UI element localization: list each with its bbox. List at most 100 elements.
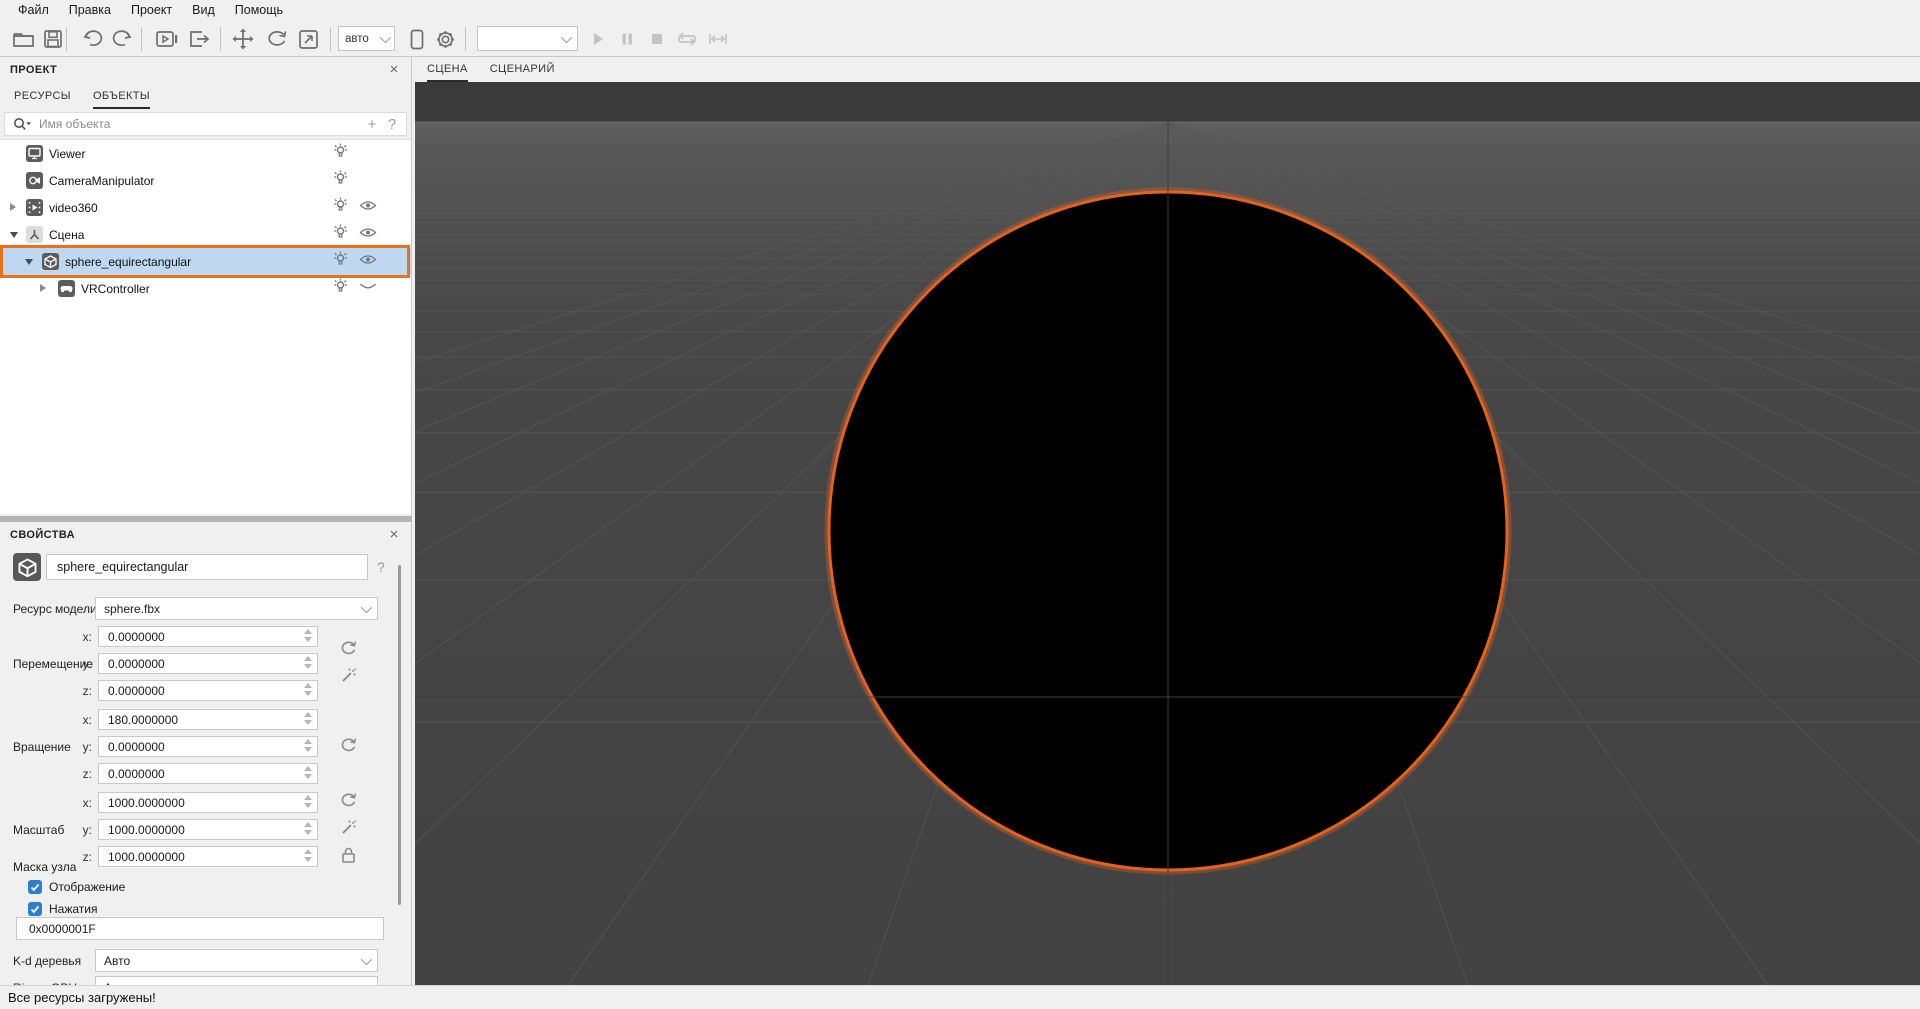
tree-item-cameramanipulator[interactable]: CameraManipulator [0,167,411,194]
wand-icon[interactable] [340,819,357,841]
model-resource-select[interactable]: sphere.fbx [95,597,378,620]
move-tool-button[interactable] [228,24,258,54]
settings-button[interactable] [430,24,460,54]
eye-open-icon[interactable] [359,253,377,271]
wand-icon[interactable] [340,667,357,689]
Вращение-x-input[interactable]: 180.0000000 [98,709,318,730]
undo-button[interactable] [78,24,108,54]
viewport-3d-scene[interactable] [415,82,1920,985]
play-button[interactable] [583,24,613,54]
menu-item-3[interactable]: Проект [121,1,182,20]
spinner-control[interactable] [304,766,312,779]
menu-item-2[interactable]: Правка [59,1,121,20]
spinner-control[interactable] [304,656,312,669]
Вращение-z-input[interactable]: 0.0000000 [98,763,318,784]
Масштаб-x-input[interactable]: 1000.0000000 [98,792,318,813]
status-message: Все ресурсы загружены! [8,990,156,1005]
stop-button[interactable] [642,24,672,54]
rig-gpu-select[interactable]: Авто [95,976,378,985]
lock-icon[interactable] [341,847,356,869]
close-icon[interactable]: × [385,61,403,79]
expand-arrow-icon[interactable] [10,203,16,211]
redo-button[interactable] [107,24,137,54]
save-button[interactable] [38,24,68,54]
lamp-icon[interactable] [333,277,348,300]
checkbox-row-1[interactable]: Отображение [28,880,125,894]
lamp-icon[interactable] [333,223,348,246]
node-name-input[interactable]: sphere_equirectangular [46,554,368,580]
object-search-input[interactable]: Имя объекта + ? [4,112,407,136]
add-object-button[interactable]: + [362,116,382,133]
collapse-arrow-icon[interactable] [25,259,33,265]
checkbox-row-2[interactable]: Нажатия [28,902,97,916]
viewport-tab-2[interactable]: СЦЕНАРИЙ [490,63,555,82]
collapse-arrow-icon[interactable] [10,232,18,238]
close-icon[interactable]: × [385,526,403,544]
lamp-icon[interactable] [333,142,348,165]
scale-icon [298,29,319,50]
menu-item-4[interactable]: Вид [182,1,225,20]
spinner-control[interactable] [304,795,312,808]
checkbox-checked[interactable] [28,880,42,894]
tree-item-сцена[interactable]: Сцена [0,221,411,248]
rotate-tool-button[interactable] [262,24,292,54]
checkbox-checked[interactable] [28,902,42,916]
tree-item-viewer[interactable]: Viewer [0,140,411,167]
Перемещение-z-input[interactable]: 0.0000000 [98,680,318,701]
project-tab-2[interactable]: ОБЪЕКТЫ [92,90,151,109]
loop-button[interactable] [672,24,702,54]
help-button[interactable]: ? [382,116,402,133]
lamp-icon[interactable] [333,169,348,192]
redo-icon [111,29,133,49]
open-folder-button[interactable] [8,24,38,54]
transform-group-1: Перемещение x: 0.0000000 y: 0.0000000 z:… [0,626,411,701]
spinner-control[interactable] [304,739,312,752]
export-button[interactable] [185,24,215,54]
Масштаб-y-input[interactable]: 1000.0000000 [98,819,318,840]
properties-scrollbar[interactable] [398,565,401,905]
spinner-control[interactable] [304,629,312,642]
tree-item-vrcontroller[interactable]: VRController [0,275,411,302]
scale-tool-button[interactable] [293,24,323,54]
scenario-select[interactable] [477,26,578,51]
gamepad-icon [58,280,75,297]
range-button[interactable] [703,24,733,54]
model-resource-label: Ресурс модели [13,602,97,616]
eye-open-icon[interactable] [359,199,377,217]
reset-icon[interactable] [340,791,357,813]
lamp-icon[interactable] [333,196,348,219]
pause-button[interactable] [612,24,642,54]
spinner-control[interactable] [304,683,312,696]
sky [415,82,1920,122]
tree-item-sphere-equirectangular[interactable]: sphere_equirectangular [0,245,411,278]
record-video-button[interactable] [152,24,182,54]
Перемещение-y-input[interactable]: 0.0000000 [98,653,318,674]
stop-icon [649,31,665,47]
Вращение-y-input[interactable]: 0.0000000 [98,736,318,757]
mode-select[interactable]: авто [338,26,395,51]
eye-open-icon[interactable] [359,226,377,244]
mask-hex-input[interactable]: 0x0000001F [16,917,384,940]
search-icon[interactable] [13,117,31,131]
menu-item-1[interactable]: Файл [8,1,59,20]
reset-icon[interactable] [340,639,357,661]
spinner-control[interactable] [304,712,312,725]
lamp-icon[interactable] [333,250,348,273]
Масштаб-z-input[interactable]: 1000.0000000 [98,846,318,867]
expand-arrow-icon[interactable] [40,284,46,292]
model-resource-value: sphere.fbx [104,601,161,616]
spinner-control[interactable] [304,822,312,835]
axis-label: y: [82,739,92,754]
viewport-tab-1[interactable]: СЦЕНА [427,63,468,82]
tree-item-video360[interactable]: video360 [0,194,411,221]
device-button[interactable] [402,24,432,54]
reset-icon[interactable] [340,736,357,758]
kd-trees-select[interactable]: Авто [95,949,378,972]
menu-item-5[interactable]: Помощь [225,1,293,20]
eye-closed-icon[interactable] [359,280,377,298]
project-tab-1[interactable]: РЕСУРСЫ [14,90,71,109]
Перемещение-x-input[interactable]: 0.0000000 [98,626,318,647]
spinner-control[interactable] [304,849,312,862]
help-icon[interactable]: ? [377,559,385,575]
status-bar: Все ресурсы загружены! [0,985,1920,1009]
